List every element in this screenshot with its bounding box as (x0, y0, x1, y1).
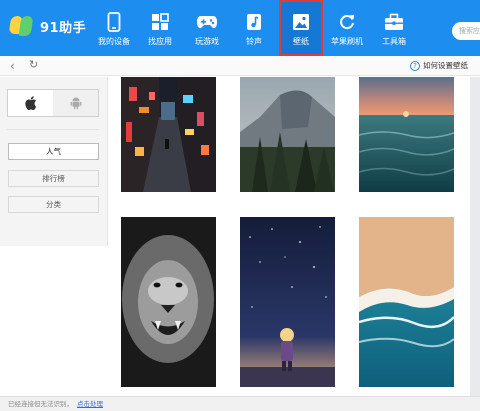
nav-my-device[interactable]: 我的设备 (92, 0, 136, 56)
wallpaper-grid (109, 77, 480, 396)
app-window: 91助手 我的设备 找应用 玩游戏 铃声 壁纸 苹果刷机 工具箱 搜索应 ‹ ↻… (0, 0, 480, 411)
nav-label: 工具箱 (382, 37, 406, 46)
toolbox-icon (383, 12, 405, 32)
wallpaper-thumbnail[interactable] (359, 217, 454, 387)
apps-grid-icon (149, 12, 171, 32)
android-os-button[interactable] (53, 90, 98, 116)
nav-ringtones[interactable]: 铃声 (232, 0, 276, 56)
scroll-strip (470, 77, 480, 396)
nav-toolbox[interactable]: 工具箱 (372, 0, 416, 56)
nav-label: 铃声 (246, 37, 262, 46)
help-link[interactable]: ? 如何设置壁纸 (410, 60, 468, 71)
music-note-icon (243, 12, 265, 32)
wallpaper-thumbnail[interactable] (240, 217, 335, 387)
search-input[interactable]: 搜索应 (452, 22, 480, 40)
category-popular[interactable]: 人气 (8, 143, 99, 160)
nav-play-games[interactable]: 玩游戏 (185, 0, 229, 56)
nav-label: 找应用 (148, 37, 172, 46)
app-name: 91助手 (40, 20, 87, 36)
refresh-icon (336, 12, 358, 32)
nav-label: 壁纸 (293, 37, 309, 46)
os-toggle (7, 89, 99, 117)
wallpaper-thumbnail[interactable] (240, 77, 335, 192)
android-icon (70, 97, 81, 110)
toolbar: ‹ ↻ ? 如何设置壁纸 (0, 56, 480, 76)
nav-label: 我的设备 (98, 37, 130, 46)
category-ranking[interactable]: 排行榜 (8, 170, 99, 187)
divider (7, 129, 99, 130)
app-logo[interactable]: 91助手 (8, 14, 87, 38)
refresh-icon[interactable]: ↻ (29, 58, 38, 72)
wallpaper-thumbnail[interactable] (121, 217, 216, 387)
chevron-left-icon[interactable]: ‹ (10, 59, 15, 73)
help-text: 如何设置壁纸 (423, 61, 468, 70)
nav-find-apps[interactable]: 找应用 (138, 0, 182, 56)
sidebar: 人气 排行榜 分类 (0, 77, 108, 246)
wallpaper-thumbnail[interactable] (121, 77, 216, 192)
top-nav-bar: 91助手 我的设备 找应用 玩游戏 铃声 壁纸 苹果刷机 工具箱 搜索应 (0, 0, 480, 56)
wallpaper-thumbnail[interactable] (359, 77, 454, 192)
logo-icon (8, 14, 34, 38)
nav-wallpapers[interactable]: 壁纸 (279, 0, 323, 56)
status-bar: 已经连接但无法识别， 点击处理 (0, 396, 480, 411)
phone-icon (103, 12, 125, 32)
apple-icon (24, 96, 36, 110)
nav-apple-flash[interactable]: 苹果刷机 (325, 0, 369, 56)
status-text: 已经连接但无法识别， (8, 400, 73, 408)
image-icon (290, 12, 312, 32)
nav-label: 苹果刷机 (331, 37, 363, 46)
nav-label: 玩游戏 (195, 37, 219, 46)
status-link[interactable]: 点击处理 (77, 400, 103, 408)
gamepad-icon (196, 12, 218, 32)
category-classify[interactable]: 分类 (8, 196, 99, 213)
apple-os-button[interactable] (8, 90, 53, 116)
question-icon: ? (410, 60, 420, 71)
